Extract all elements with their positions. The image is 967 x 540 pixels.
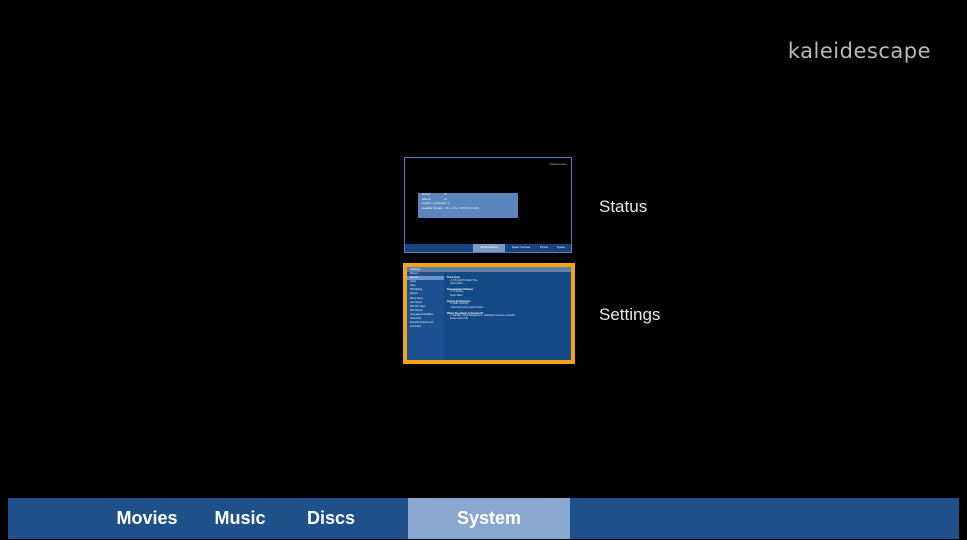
tab-music[interactable]: Music: [204, 498, 276, 539]
tab-discs[interactable]: Discs: [292, 498, 370, 539]
preview-tab: System Overview: [511, 246, 531, 249]
status-row: Available Storage 3.8h on Disc (500GB 4K/…: [422, 207, 480, 211]
tab-system[interactable]: System: [408, 498, 570, 539]
preview-sidebar: Players Network Audio Video DVD Rating R…: [407, 272, 444, 360]
preview-tab: Imports: [540, 246, 548, 249]
brand-logo: kaleidescape: [787, 39, 931, 63]
status-label[interactable]: Status: [599, 197, 647, 217]
settings-preview-thumbnail[interactable]: Settings Players Network Audio Video DVD…: [403, 263, 575, 364]
preview-option: □ Eject disc when import finishes: [450, 306, 484, 309]
settings-label[interactable]: Settings: [599, 305, 660, 325]
preview-sidebar-item: Controllers: [410, 326, 422, 329]
main-tabbar: Movies Music Discs System: [8, 498, 959, 539]
preview-brand: kaleidescape: [549, 162, 567, 166]
preview-settings-content: Time Zone ✔ (US) (GMT) Pacific Time Sele…: [447, 274, 569, 322]
status-preview-thumbnail[interactable]: kaleidescape Movies 69 Albums 18 Imports i…: [404, 157, 572, 253]
status-summary-panel: Movies 69 Albums 18 Imports in progress0 /…: [418, 193, 518, 218]
preview-tab: System: [557, 246, 565, 249]
preview-tabbar: Global Database System Overview Imports …: [405, 244, 571, 252]
tab-movies[interactable]: Movies: [103, 498, 191, 539]
preview-tab: Global Database: [473, 244, 505, 252]
preview-option: Select other...: [450, 282, 465, 285]
tv-screen: kaleidescape kaleidescape Movies 69 Album…: [8, 7, 959, 539]
preview-option: Power down (Off): [450, 318, 468, 321]
preview-option: Select other...: [450, 294, 465, 297]
